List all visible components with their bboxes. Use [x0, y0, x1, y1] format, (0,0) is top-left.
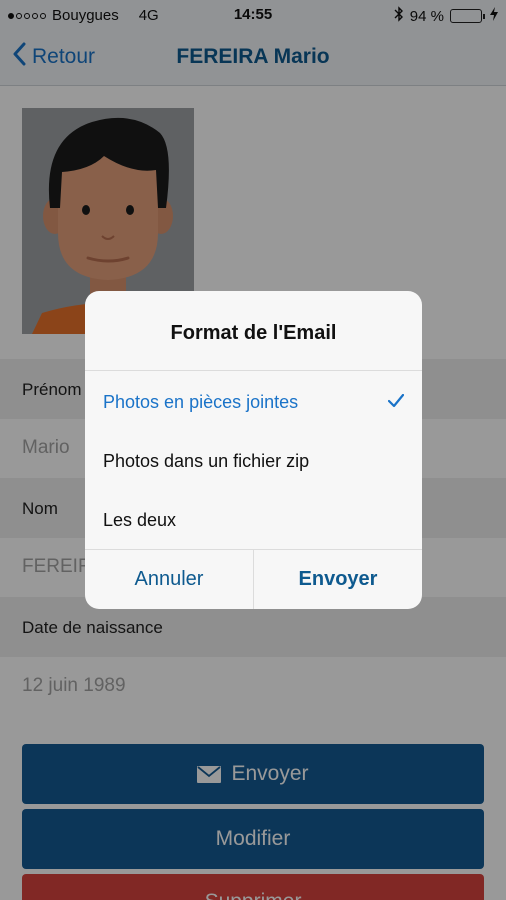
option-label: Photos dans un fichier zip — [103, 451, 310, 471]
email-format-dialog: Format de l'Email Photos en pièces joint… — [85, 291, 422, 609]
checkmark-icon — [387, 392, 405, 413]
cancel-button[interactable]: Annuler — [85, 550, 253, 609]
option-label: Photos en pièces jointes — [103, 392, 299, 412]
confirm-send-button[interactable]: Envoyer — [253, 550, 422, 609]
option-zip-file[interactable]: Photos dans un fichier zip — [85, 430, 422, 489]
confirm-button-label: Envoyer — [298, 568, 378, 590]
option-both[interactable]: Les deux — [85, 489, 422, 548]
cancel-button-label: Annuler — [134, 568, 204, 590]
dialog-actions: Annuler Envoyer — [85, 549, 422, 609]
dialog-title: Format de l'Email — [85, 291, 422, 371]
option-label: Les deux — [103, 510, 177, 530]
option-attachments[interactable]: Photos en pièces jointes — [85, 371, 422, 430]
